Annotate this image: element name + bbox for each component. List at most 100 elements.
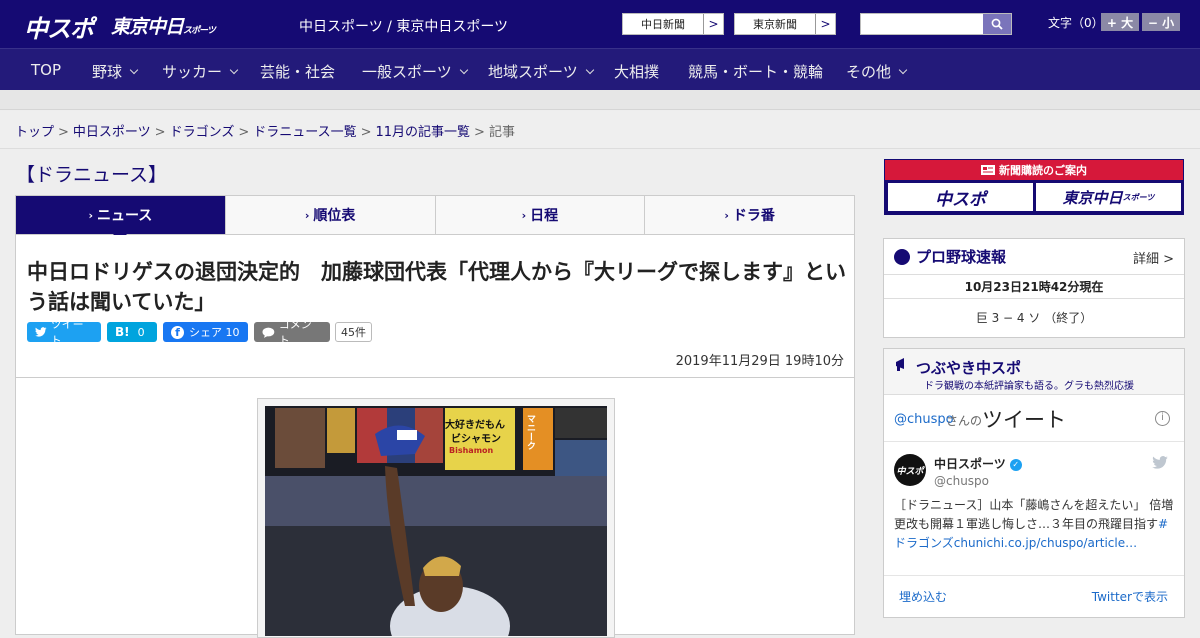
timeline-title: ツイート [982,408,1066,432]
tab-dora-ban[interactable]: › ドラ番 [644,196,854,234]
chevron-right-icon: › [304,208,310,222]
search-button[interactable] [983,14,1011,34]
tweet-account-name[interactable]: 中日スポーツ ✓ [934,455,1022,472]
tweet-text: ［ドラニュース］山本「藤嶋さんを超えたい」 倍増更改も開幕１軍逃し悔しさ…３年目… [894,498,1174,531]
tokyo-shimbun-button[interactable]: 東京新聞 > [734,13,836,35]
sub-nav-stripe [0,90,1200,110]
tokyo-chunichi-logo[interactable]: 東京中日スポーツ [111,12,216,39]
nav-label: サッカー [162,63,223,81]
nav-item-baseball[interactable]: 野球 [92,61,139,82]
nav-label: TOP [31,61,62,79]
nav-label: 競馬・ボート・競輪 [688,63,824,81]
article-photo[interactable]: 大好きだもん ビシャモン Bishamon マニーク [257,398,615,638]
breadcrumb-november[interactable]: 11月の記事一覧 [376,125,471,140]
comment-button[interactable]: コメント [254,318,330,347]
chuspo-logo[interactable]: 中スポ [24,9,94,44]
tweet-item[interactable]: 中スポ 中日スポーツ ✓ @chuspo ［ドラニュース］山本「藤嶋さんを超えたい… [884,442,1184,572]
speech-bubble-icon [262,327,275,338]
breadcrumb-separator: > [238,125,250,140]
view-on-twitter-link[interactable]: Twitterで表示 [1092,588,1168,605]
nav-item-racing[interactable]: 競馬・ボート・競輪 [688,61,823,82]
nav-label: 野球 [92,63,123,81]
chevron-right-icon: › [724,208,729,222]
breadcrumb-top[interactable]: トップ [15,125,54,140]
player-photo: 大好きだもん ビシャモン Bishamon マニーク [265,406,607,636]
twitter-box-footer: 埋め込む Twitterで表示 [884,575,1184,619]
site-tagline[interactable]: 中日スポーツ / 東京中日スポーツ [299,16,508,36]
site-header: 中スポ 東京中日スポーツ 中日スポーツ / 東京中日スポーツ 中日新聞 > 東京… [0,0,1200,48]
breadcrumb-chuspo[interactable]: 中日スポーツ [73,125,151,140]
article-title: 中日ロドリゲスの退団決定的 加藤球団代表「代理人から『大リーグで探します』という… [27,260,846,314]
facebook-icon: f [171,325,184,339]
divider [16,377,854,378]
chunichi-shimbun-button[interactable]: 中日新聞 > [622,13,724,35]
nav-item-other[interactable]: その他 [846,61,908,82]
chevron-right-icon: › [521,208,527,222]
banner-text-1: 大好きだもん [445,420,505,431]
embed-link[interactable]: 埋め込む [899,588,947,605]
chunichi-shimbun-label: 中日新聞 [641,18,685,31]
subscription-label: 新聞購読のご案内 [999,164,1087,177]
nav-item-general-sports[interactable]: 一般スポーツ [362,61,468,82]
nav-item-soccer[interactable]: サッカー [162,61,239,82]
tweet-label: ツイート [50,318,84,347]
timeline-handle-suffix: さんの [946,414,983,428]
timeline-handle[interactable]: @chuspo [894,412,954,427]
tokyo-chunichi-subscribe-button[interactable]: 東京中日 スポーツ [1036,183,1181,211]
account-name-text: 中日スポーツ [934,457,1006,471]
font-size-label: 文字（0） [1048,16,1104,30]
tab-label: ニュース [96,208,153,224]
nav-item-entertainment[interactable]: 芸能・社会 [260,61,335,82]
tokyo-chunichi-sub: スポーツ [1122,192,1155,202]
info-icon[interactable]: i [1155,411,1170,426]
font-larger-button[interactable]: + 大 [1101,13,1139,31]
facebook-share-button[interactable]: f シェア 10 [163,322,248,342]
nav-item-sumo[interactable]: 大相撲 [614,61,659,82]
section-title: 【ドラニュース】 [16,164,168,186]
tab-label: 日程 [530,208,559,224]
nav-label: 大相撲 [614,63,660,81]
tab-label: 順位表 [313,208,356,224]
subscription-header: 新聞購読のご案内 [885,160,1183,180]
comment-count[interactable]: 45件 [335,322,372,342]
tab-standings[interactable]: › 順位表 [224,196,435,234]
chevron-down-icon [585,65,594,74]
search-input[interactable] [860,13,1012,35]
chuspo-subscribe-button[interactable]: 中スポ [888,183,1033,211]
breadcrumb-dragons[interactable]: ドラゴンズ [170,125,235,140]
breadcrumb-separator: > [360,125,372,140]
nav-item-local-sports[interactable]: 地域スポーツ [488,61,594,82]
tab-label: ドラ番 [732,208,775,224]
tab-news[interactable]: › ニュース [16,196,225,241]
share-buttons: ツイート B! 0 f シェア 10 コメント 45件 [27,318,372,347]
game-score[interactable]: 巨 3 − 4 ソ （終了） [884,299,1184,337]
font-smaller-button[interactable]: − 小 [1142,13,1180,31]
hatena-bookmark-button[interactable]: B! 0 [107,322,157,342]
chevron-right-icon: › [88,208,93,222]
baseball-detail-link[interactable]: 詳細 > [1133,248,1174,267]
chevron-down-icon [459,65,468,74]
facebook-share-label: シェア [189,326,222,339]
subscription-banner: 新聞購読のご案内 中スポ 東京中日 スポーツ [884,159,1184,215]
nav-label: その他 [846,63,892,81]
baseball-updated: 10月23日21時42分現在 [884,275,1184,299]
hatena-icon: B! [115,325,130,339]
newspaper-icon [981,165,995,175]
comment-label: コメント [278,318,312,347]
article: 中日ロドリゲスの退団決定的 加藤球団代表「代理人から『大リーグで探します』という… [15,235,855,638]
timeline-header: @chuspo さんの ツイート i [884,395,1184,442]
chevron-right-icon: > [703,14,723,34]
chevron-down-icon [129,65,139,74]
tweet-account-handle[interactable]: @chuspo [934,474,989,488]
twitter-logo-icon[interactable] [1152,456,1168,469]
breadcrumb-separator: > [474,125,485,140]
baseball-icon [894,248,910,265]
verified-icon: ✓ [1009,458,1022,471]
baseball-title: プロ野球速報 [916,248,1007,266]
breadcrumb-dora-news[interactable]: ドラニュース一覧 [253,125,356,140]
nav-item-top[interactable]: TOP [31,61,61,79]
breadcrumb-current: 記事 [488,125,515,140]
tab-schedule[interactable]: › 日程 [434,196,645,234]
avatar[interactable]: 中スポ [894,454,926,486]
tweet-button[interactable]: ツイート [27,318,101,347]
